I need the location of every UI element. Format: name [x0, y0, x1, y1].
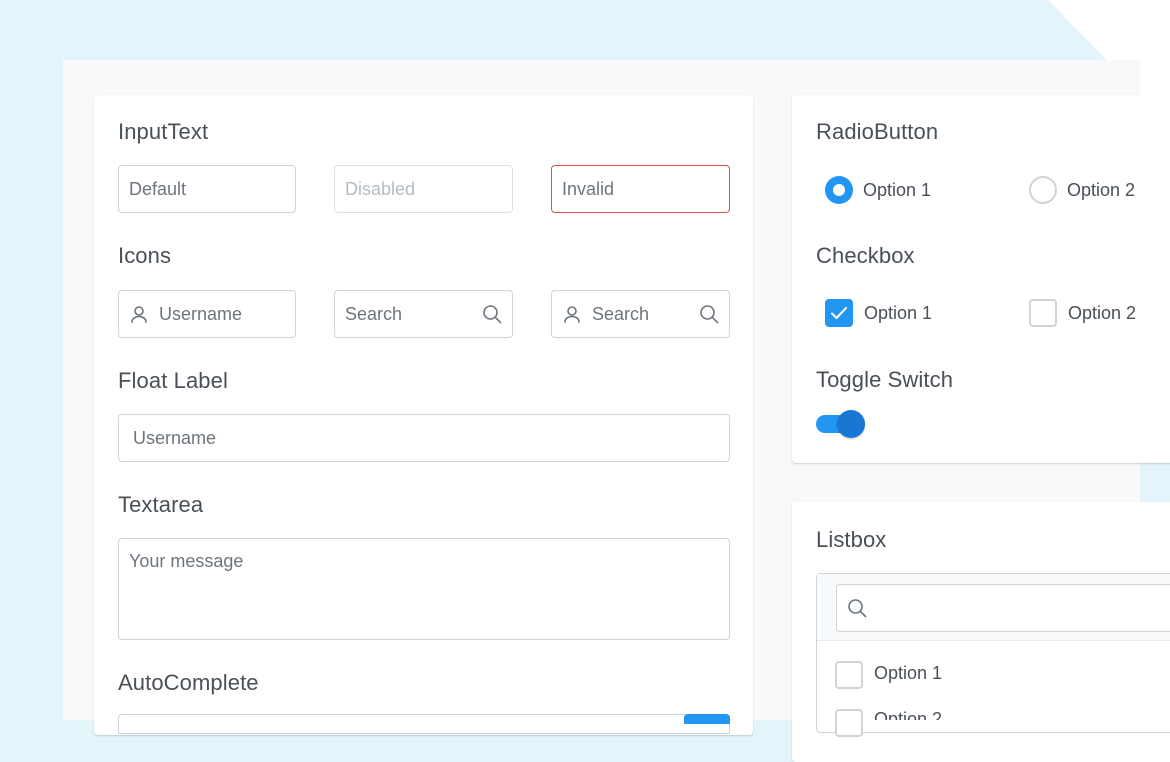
user-icon [562, 304, 582, 324]
listbox-option-2-label[interactable]: Option 2 [874, 709, 942, 720]
radio-option-2-label[interactable]: Option 2 [1067, 180, 1135, 201]
search-icon [482, 304, 502, 324]
user-icon [129, 304, 149, 324]
checkbox-title: Checkbox [816, 243, 915, 268]
float-label-input[interactable]: Username [118, 414, 730, 462]
listbox-filter-input[interactable] [836, 584, 1170, 632]
default-input[interactable]: Default [118, 165, 296, 213]
checkbox-option-1-label[interactable]: Option 1 [864, 303, 932, 324]
inputtext-title: InputText [118, 119, 209, 144]
listbox-option-2-checkbox[interactable] [835, 709, 863, 737]
autocomplete-dropdown-button[interactable] [684, 714, 730, 724]
toggle-switch-title: Toggle Switch [816, 367, 954, 392]
invalid-input-placeholder: Invalid [562, 178, 615, 199]
search-icon-input[interactable]: Search [334, 290, 513, 338]
listbox-title: Listbox [816, 527, 887, 552]
listbox-option-1-checkbox[interactable] [835, 661, 863, 689]
radio-option-2[interactable] [1029, 176, 1057, 204]
message-textarea[interactable]: Your message [118, 538, 730, 640]
both-icons-placeholder: Search [592, 303, 650, 324]
search-icon-placeholder: Search [345, 303, 403, 324]
username-icon-placeholder: Username [159, 303, 243, 324]
selection-card [792, 95, 1170, 463]
disabled-input-placeholder: Disabled [345, 178, 416, 199]
textarea-placeholder: Your message [129, 551, 244, 571]
float-label-title: Float Label [118, 368, 228, 393]
listbox-option-1-label[interactable]: Option 1 [874, 663, 942, 684]
autocomplete-input[interactable] [118, 714, 730, 734]
textarea-title: Textarea [118, 492, 204, 517]
radio-option-1[interactable] [825, 176, 853, 204]
default-input-placeholder: Default [129, 178, 187, 199]
radio-option-1-label[interactable]: Option 1 [863, 180, 931, 201]
checkbox-option-2-label[interactable]: Option 2 [1068, 303, 1136, 324]
username-icon-input[interactable]: Username [118, 290, 296, 338]
icons-title: Icons [118, 243, 172, 268]
both-icons-input[interactable]: Search [551, 290, 730, 338]
radiobutton-title: RadioButton [816, 119, 939, 144]
search-icon [699, 304, 719, 324]
checkbox-option-2[interactable] [1029, 299, 1057, 327]
invalid-input[interactable]: Invalid [551, 165, 730, 213]
autocomplete-title: AutoComplete [118, 670, 259, 695]
check-icon [831, 307, 847, 319]
disabled-input: Disabled [334, 165, 513, 213]
checkbox-option-1[interactable] [825, 299, 853, 327]
float-label-placeholder: Username [133, 427, 217, 448]
toggle-switch-knob[interactable] [837, 410, 865, 438]
search-icon [847, 598, 867, 618]
